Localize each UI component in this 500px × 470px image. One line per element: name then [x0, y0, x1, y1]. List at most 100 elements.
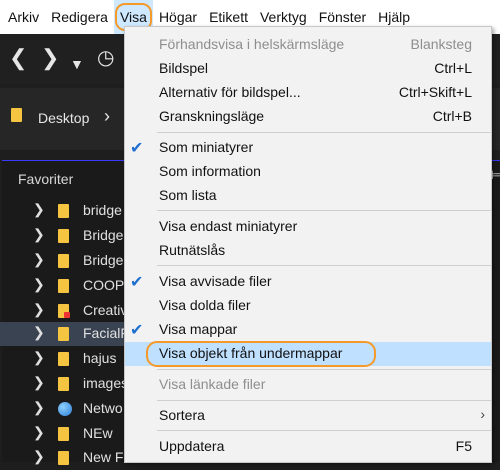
- menu-separator: [157, 210, 491, 211]
- menu-separator: [157, 265, 491, 266]
- menu-item-label: Visa avvisade filer: [159, 273, 272, 289]
- folder-icon: [58, 352, 69, 366]
- menu-item-label: Visa objekt från undermappar: [159, 345, 343, 361]
- menu-item-as-thumbnails[interactable]: ✔ Som miniatyrer: [125, 136, 491, 160]
- menu-item-label: Bildspel: [159, 60, 209, 76]
- menu-separator: [157, 132, 491, 133]
- menu-item-show-folders[interactable]: ✔ Visa mappar: [125, 318, 491, 342]
- menu-item-show-subfolder-items[interactable]: Visa objekt från undermappar: [125, 341, 491, 367]
- tree-item-label: images: [83, 375, 129, 391]
- menu-item-label: Visa länkade filer: [159, 376, 266, 392]
- checkmark-icon: ✔: [130, 140, 144, 157]
- history-dropdown-button[interactable]: ▼: [70, 52, 84, 76]
- tree-item[interactable]: ❯ images: [0, 372, 129, 396]
- clock-history-icon[interactable]: ◷: [97, 46, 114, 70]
- tree-item-selected[interactable]: ❯ FacialF: [0, 322, 129, 346]
- menu-item-shortcut: Ctrl+B: [432, 108, 472, 124]
- checkmark-icon: ✔: [130, 274, 144, 291]
- expand-chevron-icon[interactable]: ❯: [33, 251, 45, 268]
- submenu-arrow-icon: ›: [480, 406, 485, 422]
- menu-item-preview-fullscreen: Förhandsvisa i helskärmsläge Blanksteg: [125, 33, 491, 57]
- folder-icon: [58, 279, 69, 293]
- folder-icon: [11, 108, 22, 122]
- menu-item-show-rejected[interactable]: ✔ Visa avvisade filer: [125, 270, 491, 294]
- collapse-icon[interactable]: ⊨: [491, 168, 500, 182]
- menu-item-show-hidden[interactable]: Visa dolda filer: [125, 294, 491, 318]
- menu-separator: [157, 369, 491, 370]
- menu-item-shortcut: F5: [455, 438, 472, 454]
- panel-title[interactable]: Favoriter: [18, 171, 73, 187]
- folder-icon: [58, 451, 69, 465]
- menu-item-grid-lock[interactable]: Rutnätslås: [125, 239, 491, 263]
- menu-item-label: Rutnätslås: [159, 242, 226, 258]
- menu-arkiv[interactable]: Arkiv: [0, 0, 45, 34]
- tree-item[interactable]: ❯ hajus: [0, 347, 125, 371]
- menu-item-shortcut: Ctrl+L: [434, 60, 472, 76]
- menu-item-label: Visa dolda filer: [159, 297, 251, 313]
- tree-item[interactable]: ❯ Creativ: [0, 299, 128, 323]
- menu-separator: [157, 430, 491, 431]
- menu-item-shortcut: Ctrl+Skift+L: [398, 84, 472, 100]
- tree-item[interactable]: ❯ New Fo: [0, 446, 131, 470]
- menu-item-label: Som miniatyrer: [159, 139, 254, 155]
- menu-separator: [157, 400, 491, 401]
- expand-chevron-icon[interactable]: ❯: [33, 226, 45, 243]
- back-button[interactable]: ❮: [9, 46, 27, 70]
- menu-item-label: Som information: [159, 163, 261, 179]
- folder-icon: [58, 229, 69, 243]
- tree-item-label: Bridge: [83, 227, 124, 243]
- expand-chevron-icon[interactable]: ❯: [33, 374, 45, 391]
- menu-item-label: Som lista: [159, 187, 217, 203]
- folder-icon: [58, 254, 69, 268]
- tree-item-label: Netwo: [83, 400, 123, 416]
- expand-chevron-icon[interactable]: ❯: [33, 424, 45, 441]
- menu-item-label: Alternativ för bildspel...: [159, 84, 301, 100]
- forward-button[interactable]: ❯: [41, 46, 59, 70]
- visa-dropdown-menu: Förhandsvisa i helskärmsläge Blanksteg B…: [124, 26, 492, 463]
- checkmark-icon: ✔: [130, 322, 144, 339]
- tree-item[interactable]: ❯ Bridge: [0, 249, 125, 273]
- tree-item-label: Bridge: [83, 252, 124, 268]
- expand-chevron-icon[interactable]: ❯: [33, 201, 45, 218]
- expand-chevron-icon[interactable]: ❯: [33, 349, 45, 366]
- menu-item-shortcut: Blanksteg: [410, 36, 472, 52]
- menu-item-slideshow[interactable]: Bildspel Ctrl+L: [125, 57, 491, 81]
- menu-item-sort[interactable]: Sortera ›: [125, 404, 491, 428]
- menu-item-show-linked: Visa länkade filer: [125, 373, 491, 397]
- folder-icon: [58, 204, 69, 218]
- tree-item-label: NEw: [83, 425, 113, 441]
- tree-item-label: hajus: [83, 350, 117, 366]
- folder-icon: [58, 377, 69, 391]
- menu-item-slideshow-options[interactable]: Alternativ för bildspel... Ctrl+Skift+L: [125, 81, 491, 105]
- menu-redigera[interactable]: Redigera: [45, 0, 114, 34]
- menu-item-as-list[interactable]: Som lista: [125, 184, 491, 208]
- tree-item-label: Creativ: [83, 302, 128, 318]
- path-item-desktop[interactable]: Desktop: [38, 110, 89, 126]
- tree-item[interactable]: ❯ COOPe: [0, 274, 132, 298]
- expand-chevron-icon[interactable]: ❯: [33, 276, 45, 293]
- red-badge-icon: [64, 312, 70, 318]
- tree-item-label: FacialF: [83, 325, 129, 341]
- menu-item-label: Visa mappar: [159, 321, 238, 337]
- expand-chevron-icon[interactable]: ❯: [33, 399, 45, 416]
- expand-chevron-icon[interactable]: ❯: [33, 448, 45, 465]
- tree-item[interactable]: ❯ bridge: [0, 199, 125, 223]
- globe-icon: [58, 402, 72, 416]
- folder-icon: [58, 427, 69, 441]
- tree-item[interactable]: ❯ NEw: [0, 422, 125, 446]
- expand-chevron-icon[interactable]: ❯: [33, 324, 45, 341]
- menu-item-review-mode[interactable]: Granskningsläge Ctrl+B: [125, 105, 491, 129]
- menu-item-label: Sortera: [159, 407, 205, 423]
- menu-item-thumbnails-only[interactable]: Visa endast miniatyrer: [125, 215, 491, 239]
- menu-item-label: Granskningsläge: [159, 108, 265, 124]
- path-chevron-icon[interactable]: ›: [104, 106, 110, 127]
- expand-chevron-icon[interactable]: ❯: [33, 301, 45, 318]
- menu-item-label: Uppdatera: [159, 438, 225, 454]
- tree-item-label: bridge: [83, 202, 122, 218]
- tree-item[interactable]: ❯ Bridge: [0, 224, 125, 248]
- folder-icon: [58, 327, 69, 341]
- menu-item-refresh[interactable]: Uppdatera F5: [125, 435, 491, 459]
- menu-item-as-details[interactable]: Som information: [125, 160, 491, 184]
- menu-item-label: Visa endast miniatyrer: [159, 218, 298, 234]
- tree-item[interactable]: ❯ Netwo: [0, 397, 125, 421]
